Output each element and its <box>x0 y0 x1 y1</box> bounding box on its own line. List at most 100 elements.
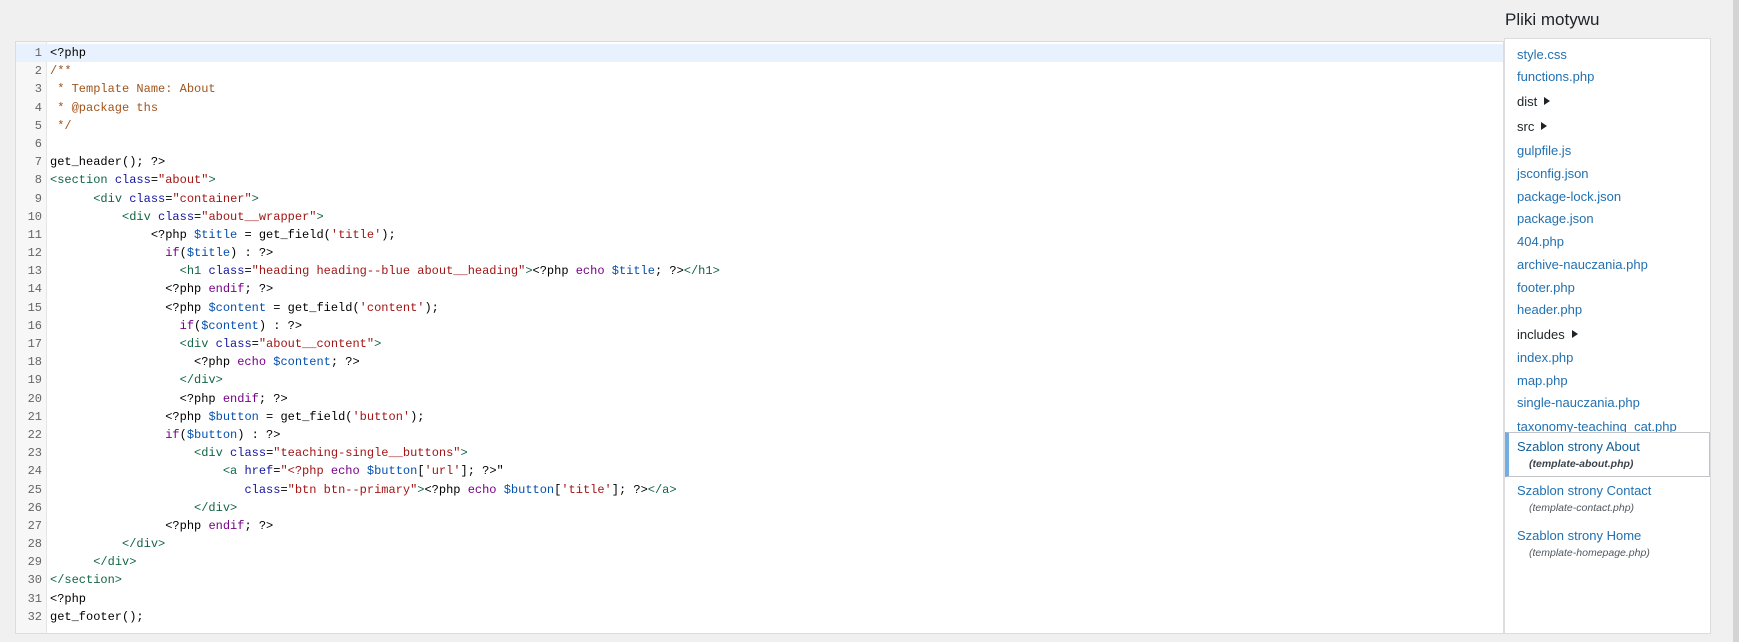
code-token: <?php <box>50 518 209 533</box>
code-line[interactable]: 21 <?php $button = get_field('button'); <box>16 408 1503 426</box>
file-link[interactable]: gulpfile.js <box>1517 143 1571 158</box>
file-link[interactable]: style.css <box>1517 47 1567 62</box>
expand-arrow-icon[interactable] <box>1571 330 1578 338</box>
code-token: 'title' <box>561 482 612 497</box>
code-text: <div class="container"> <box>50 190 259 208</box>
template-filename: (template-contact.php) <box>1529 502 1635 514</box>
folder-link[interactable]: src <box>1517 119 1548 134</box>
file-link[interactable]: jsconfig.json <box>1517 166 1589 181</box>
code-text: </div> <box>50 535 165 553</box>
line-number: 32 <box>27 609 42 624</box>
code-line[interactable]: 11 <?php $title = get_field('title'); <box>16 226 1503 244</box>
code-line[interactable]: 13 <h1 class="heading heading--blue abou… <box>16 262 1503 280</box>
code-token: > <box>374 337 382 351</box>
file-link[interactable]: 404.php <box>1517 234 1564 249</box>
code-text: </div> <box>50 553 136 571</box>
code-token: "heading heading--blue about__heading" <box>251 264 526 279</box>
line-number: 30 <box>27 573 42 588</box>
file-link[interactable]: package.json <box>1517 211 1594 226</box>
code-line[interactable]: 30 </section> <box>16 571 1503 589</box>
code-token: <a <box>222 464 245 479</box>
file-link[interactable]: functions.php <box>1517 69 1594 84</box>
file-link[interactable]: header.php <box>1517 302 1582 317</box>
code-line[interactable]: 24 <a href="<?php echo $button['url']; ?… <box>16 462 1503 480</box>
line-number: 9 <box>34 191 42 206</box>
code-token: ; ?> <box>258 391 288 406</box>
code-token: ; ?> <box>244 282 274 297</box>
template-link[interactable]: Szablon strony Home (template-homepage.ph… <box>1505 524 1710 563</box>
code-line[interactable]: 14 <?php endif; ?> <box>16 280 1503 298</box>
expand-arrow-icon[interactable] <box>1541 122 1548 130</box>
code-line[interactable]: 10 <div class="about__wrapper"> <box>16 208 1503 226</box>
code-text: <a href="<?php echo $button['url']; ?>" <box>50 462 504 480</box>
code-line[interactable]: 8 <section class="about"> <box>16 171 1503 189</box>
file-link[interactable]: package-lock.json <box>1517 189 1621 204</box>
code-line[interactable]: 25 class="btn btn--primary"><?php echo $… <box>16 481 1503 499</box>
line-number: 14 <box>27 282 42 297</box>
code-line[interactable]: 22 if($button) : ?> <box>16 426 1503 444</box>
line-number: 24 <box>27 464 42 479</box>
code-line[interactable]: 4 * @package ths <box>16 99 1503 117</box>
code-line[interactable]: 29 </div> <box>16 553 1503 571</box>
code-line[interactable]: 5 */ <box>16 117 1503 135</box>
line-number: 25 <box>27 482 42 497</box>
line-number: 1 <box>34 46 42 60</box>
code-token: ]; ?> <box>611 482 648 497</box>
code-line[interactable]: 27 <?php endif; ?> <box>16 517 1503 535</box>
code-line[interactable]: 7 get_header(); ?> <box>16 153 1503 171</box>
file-label: jsconfig.json <box>1517 166 1589 181</box>
code-line[interactable]: 16 if($content) : ?> <box>16 317 1503 335</box>
code-text: <?php <box>50 590 86 608</box>
file-link[interactable]: map.php <box>1517 373 1568 388</box>
expand-arrow-icon[interactable] <box>1544 97 1551 105</box>
code-line[interactable]: 6 <box>16 135 1503 153</box>
code-line[interactable]: 31 <?php <box>16 590 1503 608</box>
code-line[interactable]: 19 </div> <box>16 371 1503 389</box>
code-line[interactable]: 1 <?php <box>16 44 1503 63</box>
code-line[interactable]: 23 <div class="teaching-single__buttons"… <box>16 444 1503 462</box>
code-line[interactable]: 32 get_footer(); <box>16 608 1503 626</box>
code-editor[interactable]: 1 <?php 2/** 3 * Template Name: About 4 * @p… <box>15 41 1504 634</box>
template-link[interactable]: Szablon strony Contact (template-contact.… <box>1505 479 1710 518</box>
code-token: > <box>208 173 216 188</box>
code-line[interactable]: 26 </div> <box>16 499 1503 517</box>
code-token: <div <box>194 446 231 461</box>
code-token: <?php <box>424 482 468 497</box>
code-line[interactable]: 28 </div> <box>16 535 1503 553</box>
file-label: footer.php <box>1517 280 1575 295</box>
code-line[interactable]: 2 /** <box>16 62 1503 80</box>
code-token: $content <box>208 300 267 315</box>
code-line[interactable]: 20 <?php endif; ?> <box>16 390 1503 408</box>
file-label: package-lock.json <box>1517 189 1622 204</box>
page-scrollbar[interactable] <box>1733 0 1739 642</box>
code-text: <?php endif; ?> <box>50 280 273 298</box>
file-link[interactable]: footer.php <box>1517 280 1575 295</box>
code-line[interactable]: 18 <?php echo $content; ?> <box>16 353 1503 371</box>
file-link[interactable]: archive-nauczania.php <box>1517 257 1648 272</box>
code-area[interactable]: 1 <?php 2/** 3 * Template Name: About 4 * @p… <box>16 44 1503 626</box>
code-text: <?php endif; ?> <box>50 390 288 408</box>
template-link[interactable]: Szablon strony About (template-about.php) <box>1505 432 1710 477</box>
code-token: > <box>460 446 468 461</box>
folder-link[interactable]: dist <box>1517 94 1551 109</box>
code-token: 'content' <box>359 300 425 315</box>
code-token: get_header(); ?> <box>50 155 166 170</box>
file-link[interactable]: single-nauczania.php <box>1517 395 1640 410</box>
template-filename: (template-about.php) <box>1529 458 1634 470</box>
code-token: <?php <box>50 591 87 606</box>
code-line[interactable]: 12 if($title) : ?> <box>16 244 1503 262</box>
folder-link[interactable]: includes <box>1517 327 1578 342</box>
code-line[interactable]: 15 <?php $content = get_field('content')… <box>16 299 1503 317</box>
code-text: <h1 class="heading heading--blue about__… <box>50 262 720 280</box>
code-line[interactable]: 3 * Template Name: About <box>16 80 1503 98</box>
code-token: $title <box>611 264 655 279</box>
code-text: <?php echo $content; ?> <box>50 353 360 371</box>
code-line[interactable]: 17 <div class="about__content"> <box>16 335 1503 353</box>
file-link[interactable]: index.php <box>1517 350 1573 365</box>
code-line[interactable]: 9 <div class="container"> <box>16 190 1503 208</box>
